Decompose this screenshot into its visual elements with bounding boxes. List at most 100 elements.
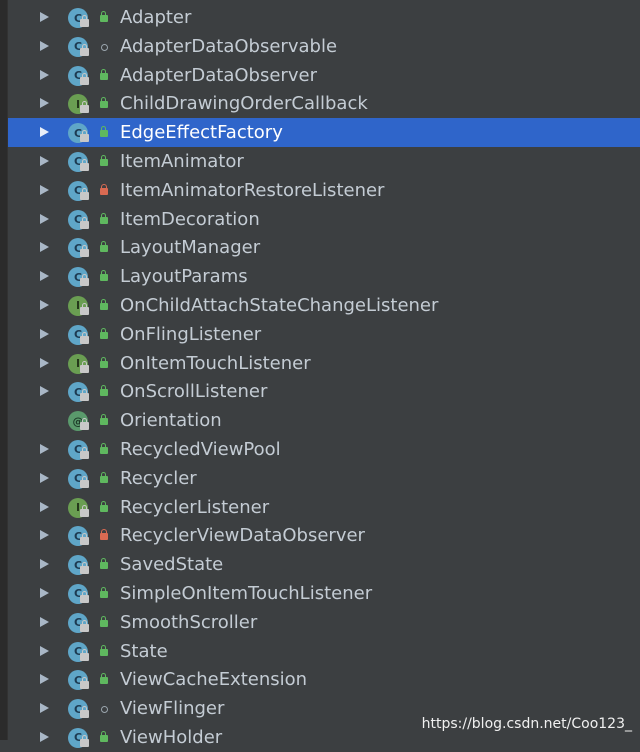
tree-row[interactable]: I OnChildAttachStateChangeListener <box>8 291 640 320</box>
tree-row-label: Recycler <box>120 467 197 489</box>
tree-row-label: ItemAnimator <box>120 150 244 172</box>
tree-row[interactable]: C OnScrollListener <box>8 377 640 406</box>
tree-row-label: ChildDrawingOrderCallback <box>120 93 368 115</box>
expand-arrow-icon[interactable] <box>40 40 49 51</box>
static-lock-icon <box>80 677 89 690</box>
static-lock-icon <box>80 245 89 258</box>
static-lock-icon <box>80 331 89 344</box>
static-lock-icon <box>80 187 89 200</box>
public-visibility-icon <box>100 471 108 483</box>
private-visibility-icon <box>100 183 108 195</box>
tree-row-label: RecyclerListener <box>120 496 270 518</box>
tree-row[interactable]: C OnFlingListener <box>8 320 640 349</box>
tree-row[interactable]: C ItemAnimator <box>8 147 640 176</box>
expand-arrow-icon[interactable] <box>40 443 49 454</box>
expand-arrow-icon[interactable] <box>40 472 49 483</box>
tree-row[interactable]: C EdgeEffectFactory <box>8 118 640 147</box>
tree-row[interactable]: @ Orientation <box>8 406 640 435</box>
static-lock-icon <box>80 360 89 373</box>
editor-gutter <box>0 0 8 740</box>
static-lock-icon <box>80 418 89 431</box>
static-lock-icon <box>80 274 89 287</box>
expand-arrow-icon[interactable] <box>40 645 49 656</box>
expand-arrow-icon[interactable] <box>40 703 49 714</box>
tree-row[interactable]: I OnItemTouchListener <box>8 349 640 378</box>
expand-arrow-icon[interactable] <box>40 731 49 742</box>
tree-row-label: RecyclerViewDataObserver <box>120 525 365 547</box>
structure-tree: C Adapter C AdapterDataObservable C AdapterDa… <box>8 3 640 752</box>
gutter-mark <box>0 380 6 390</box>
tree-row[interactable]: C SimpleOnItemTouchListener <box>8 579 640 608</box>
static-lock-icon <box>80 216 89 229</box>
expand-arrow-icon[interactable] <box>40 242 49 253</box>
expand-arrow-icon[interactable] <box>40 386 49 397</box>
tree-row-label: OnFlingListener <box>120 323 262 345</box>
static-lock-icon <box>80 101 89 114</box>
tree-row-label: AdapterDataObserver <box>120 64 317 86</box>
public-visibility-icon <box>100 558 108 570</box>
tree-row[interactable]: C SavedState <box>8 550 640 579</box>
tree-row-label: RecycledViewPool <box>120 438 281 460</box>
tree-row[interactable]: C Recycler <box>8 464 640 493</box>
expand-arrow-icon[interactable] <box>40 616 49 627</box>
tree-row[interactable]: C SmoothScroller <box>8 608 640 637</box>
public-visibility-icon <box>100 154 108 166</box>
public-visibility-icon <box>100 241 108 253</box>
public-visibility-icon <box>100 673 108 685</box>
expand-arrow-icon[interactable] <box>40 98 49 109</box>
tree-row[interactable]: C State <box>8 637 640 666</box>
expand-arrow-icon[interactable] <box>40 587 49 598</box>
expand-arrow-icon[interactable] <box>40 501 49 512</box>
tree-row[interactable]: C LayoutParams <box>8 262 640 291</box>
gutter-mark <box>0 40 6 50</box>
expand-arrow-icon[interactable] <box>40 357 49 368</box>
expand-arrow-icon[interactable] <box>40 559 49 570</box>
package-visibility-icon <box>101 43 108 51</box>
tree-row[interactable]: C ItemDecoration <box>8 205 640 234</box>
public-visibility-icon <box>100 500 108 512</box>
gutter-mark <box>0 198 6 208</box>
public-visibility-icon <box>100 615 108 627</box>
tree-row-label: ViewFlinger <box>120 698 225 720</box>
public-visibility-icon <box>100 298 108 310</box>
expand-arrow-icon[interactable] <box>40 674 49 685</box>
tree-row-label: LayoutManager <box>120 237 261 259</box>
watermark: https://blog.csdn.net/Coo123_ <box>421 716 632 732</box>
tree-row[interactable]: C AdapterDataObserver <box>8 61 640 90</box>
tree-row[interactable]: C RecyclerViewDataObserver <box>8 521 640 550</box>
public-visibility-icon <box>100 356 108 368</box>
expand-arrow-icon[interactable] <box>40 69 49 80</box>
tree-row[interactable]: C ViewCacheExtension <box>8 665 640 694</box>
tree-row-label: Adapter <box>120 7 192 28</box>
static-lock-icon <box>80 619 89 632</box>
static-lock-icon <box>80 15 89 27</box>
tree-row-label: AdapterDataObservable <box>120 35 338 57</box>
expand-arrow-icon[interactable] <box>40 127 49 138</box>
tree-row[interactable]: C LayoutManager <box>8 233 640 262</box>
expand-arrow-icon[interactable] <box>40 213 49 224</box>
tree-row[interactable]: C RecycledViewPool <box>8 435 640 464</box>
tree-row-label: LayoutParams <box>120 266 248 288</box>
expand-arrow-icon[interactable] <box>40 184 49 195</box>
tree-row-label: SmoothScroller <box>120 611 258 633</box>
gutter-mark <box>0 240 6 250</box>
tree-row[interactable]: C ItemAnimatorRestoreListener <box>8 176 640 205</box>
tree-row-label: SavedState <box>120 554 224 576</box>
tree-row-label: ItemAnimatorRestoreListener <box>120 179 385 201</box>
tree-row[interactable]: C AdapterDataObservable <box>8 32 640 61</box>
expand-arrow-icon[interactable] <box>40 530 49 541</box>
static-lock-icon <box>80 475 89 488</box>
expand-arrow-icon[interactable] <box>40 271 49 282</box>
package-visibility-icon <box>101 706 108 714</box>
tree-row-label: ViewHolder <box>120 726 223 748</box>
expand-arrow-icon[interactable] <box>40 12 49 22</box>
tree-row[interactable]: I ChildDrawingOrderCallback <box>8 89 640 118</box>
tree-row[interactable]: C Adapter <box>8 3 640 32</box>
tree-row[interactable]: I RecyclerListener <box>8 493 640 522</box>
public-visibility-icon <box>100 11 108 22</box>
public-visibility-icon <box>100 414 108 426</box>
expand-arrow-icon[interactable] <box>40 155 49 166</box>
private-visibility-icon <box>100 529 108 541</box>
expand-arrow-icon[interactable] <box>40 299 49 310</box>
expand-arrow-icon[interactable] <box>40 328 49 339</box>
